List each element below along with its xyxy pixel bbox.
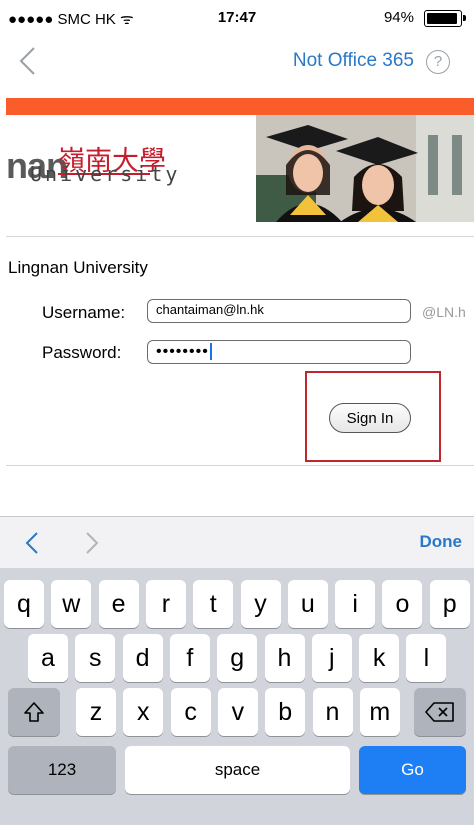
key-r[interactable]: r xyxy=(145,580,186,628)
password-label: Password: xyxy=(42,343,122,362)
space-key[interactable]: space xyxy=(125,746,350,794)
key-m[interactable]: m xyxy=(359,688,400,736)
key-d[interactable]: d xyxy=(122,634,163,682)
next-field-chevron-icon[interactable] xyxy=(80,529,104,557)
sign-in-button[interactable]: Sign In xyxy=(329,403,411,433)
key-f[interactable]: f xyxy=(169,634,210,682)
shift-arrow-icon xyxy=(24,702,44,722)
nav-title[interactable]: Not Office 365 xyxy=(293,50,414,72)
shift-key[interactable] xyxy=(8,688,60,736)
numbers-key[interactable]: 123 xyxy=(8,746,116,794)
key-x[interactable]: x xyxy=(123,688,164,736)
key-t[interactable]: t xyxy=(193,580,234,628)
username-field[interactable]: chantaiman@ln.hk xyxy=(147,299,411,323)
help-icon[interactable]: ? xyxy=(426,50,450,74)
key-s[interactable]: s xyxy=(75,634,116,682)
password-field[interactable]: •••••••• xyxy=(147,340,411,364)
backspace-key[interactable] xyxy=(414,688,466,736)
key-k[interactable]: k xyxy=(359,634,400,682)
battery-icon xyxy=(424,10,466,27)
key-b[interactable]: b xyxy=(265,688,306,736)
username-label: Username: xyxy=(42,303,126,322)
previous-field-chevron-icon[interactable] xyxy=(20,529,44,557)
navigation-bar: Not Office 365 ? xyxy=(0,34,474,88)
domain-suffix: @LN.h xyxy=(422,304,466,320)
university-banner: nan 嶺南大學 University xyxy=(6,115,474,222)
battery-percent: 94% xyxy=(383,9,414,26)
key-z[interactable]: z xyxy=(76,688,116,736)
key-l[interactable]: l xyxy=(406,634,447,682)
key-a[interactable]: a xyxy=(28,634,68,682)
password-mask: •••••••• xyxy=(156,343,209,360)
graduates-photo xyxy=(256,115,474,222)
key-y[interactable]: y xyxy=(240,580,281,628)
logo-subtitle: University xyxy=(30,162,181,186)
brand-stripe xyxy=(6,98,474,115)
organization-heading: Lingnan University xyxy=(8,258,148,277)
key-p[interactable]: p xyxy=(429,580,470,628)
status-bar: ●●●●● SMC HK ᯤ 17:47 94% xyxy=(0,0,474,34)
key-c[interactable]: c xyxy=(170,688,211,736)
key-j[interactable]: j xyxy=(311,634,352,682)
delete-backward-icon xyxy=(425,702,454,722)
keyboard: qwertyuiop asdfghjkl zxcvbnm 123 space G… xyxy=(0,568,474,825)
done-button[interactable]: Done xyxy=(420,532,463,552)
key-u[interactable]: u xyxy=(287,580,328,628)
key-h[interactable]: h xyxy=(264,634,305,682)
key-n[interactable]: n xyxy=(312,688,353,736)
key-g[interactable]: g xyxy=(217,634,258,682)
key-o[interactable]: o xyxy=(382,580,423,628)
key-w[interactable]: w xyxy=(51,580,92,628)
key-e[interactable]: e xyxy=(98,580,139,628)
text-cursor xyxy=(209,343,212,361)
divider xyxy=(6,236,474,237)
key-v[interactable]: v xyxy=(217,688,258,736)
divider xyxy=(6,465,474,466)
keyboard-toolbar: Done xyxy=(0,516,474,569)
go-key[interactable]: Go xyxy=(359,746,466,794)
key-i[interactable]: i xyxy=(335,580,376,628)
key-q[interactable]: q xyxy=(4,580,44,628)
back-chevron-icon[interactable] xyxy=(14,44,44,78)
